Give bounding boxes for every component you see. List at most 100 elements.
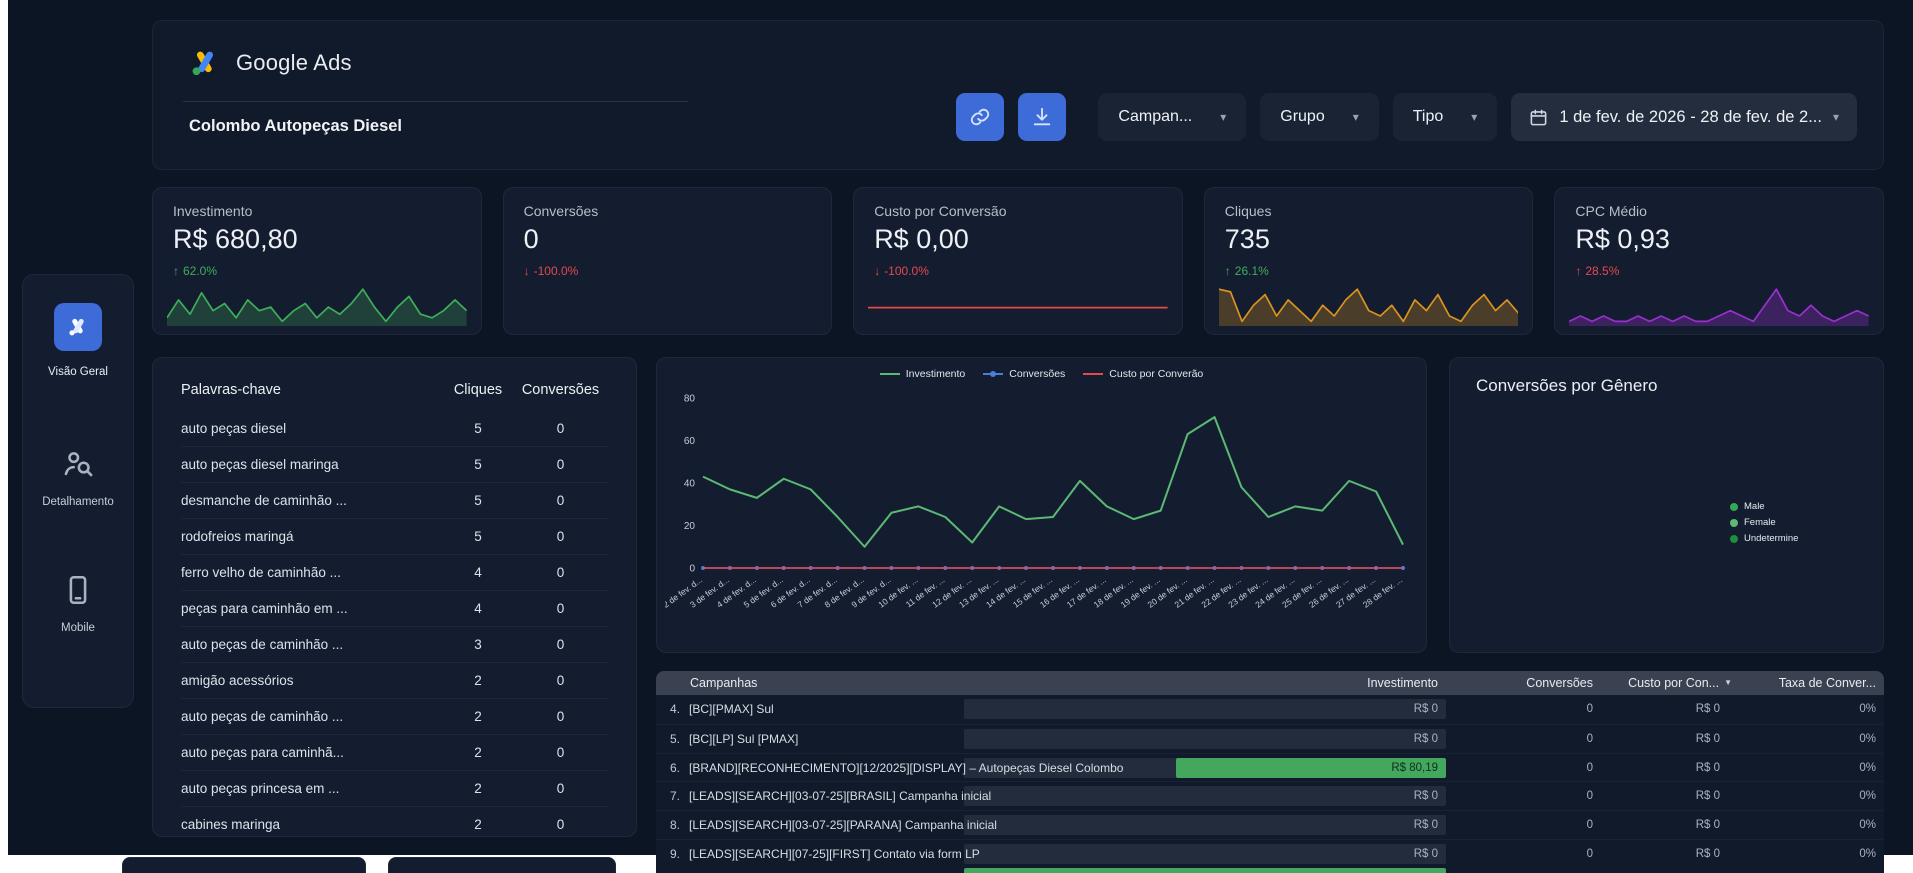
- campaigns-header-taxa[interactable]: Taxa de Conver...: [1779, 671, 1876, 695]
- keyword-row[interactable]: auto peças princesa em ...20: [181, 770, 608, 806]
- campaigns-header-conversoes[interactable]: Conversões: [1526, 671, 1593, 695]
- gender-legend-label: Male: [1744, 501, 1765, 512]
- keyword-row[interactable]: auto peças de caminhão ...30: [181, 626, 608, 662]
- date-range-picker[interactable]: 1 de fev. de 2026 - 28 de fev. de 2... ▾: [1511, 93, 1857, 141]
- keyword-text: auto peças de caminhão ...: [181, 637, 443, 652]
- kpi-label: CPC Médio: [1575, 203, 1647, 219]
- keyword-row[interactable]: cabines maringa20: [181, 806, 608, 836]
- campaign-row[interactable]: 7.[LEADS][SEARCH][03-07-25][BRASIL] Camp…: [656, 781, 1884, 810]
- keyword-row[interactable]: ferro velho de caminhão ...40: [181, 554, 608, 590]
- kpi-card-4[interactable]: CPC Médio R$ 0,93 ↑28.5%: [1554, 187, 1884, 335]
- divider: [183, 101, 688, 102]
- group-filter-dropdown[interactable]: Grupo ▾: [1260, 93, 1379, 141]
- type-filter-dropdown[interactable]: Tipo ▾: [1393, 93, 1498, 141]
- campaign-name: 9.[LEADS][SEARCH][07-25][FIRST] Contato …: [670, 840, 980, 869]
- keyword-row[interactable]: amigão acessórios20: [181, 662, 608, 698]
- campaign-conversions: 0: [1587, 811, 1593, 840]
- keyword-conversions: 0: [513, 457, 608, 472]
- campaign-row[interactable]: 9.[LEADS][SEARCH][07-25][FIRST] Contato …: [656, 839, 1884, 868]
- legend-item: Conversões: [983, 368, 1065, 380]
- campaign-row[interactable]: 6.[BRAND][RECONHECIMENTO][12/2025][DISPL…: [656, 753, 1884, 782]
- legend-dot-icon: [1730, 535, 1738, 543]
- overview-icon: [65, 315, 91, 339]
- sidebar: Visão Geral Detalhamento Mobile: [22, 274, 134, 708]
- kpi-value: R$ 0,93: [1575, 224, 1670, 255]
- sidebar-item-label: Detalhamento: [42, 496, 114, 508]
- download-button[interactable]: [1018, 93, 1066, 141]
- timeseries-chart: 0204060802 de fev. d...3 de fev. d...4 d…: [665, 386, 1420, 648]
- keyword-text: cabines maringa: [181, 817, 443, 832]
- sidebar-item-label: Mobile: [61, 622, 95, 634]
- keyword-conversions: 0: [513, 745, 608, 760]
- keyword-row[interactable]: auto peças diesel50: [181, 410, 608, 446]
- legend-swatch-icon: [880, 373, 900, 375]
- campaign-conversion-rate: 0%: [1859, 725, 1876, 754]
- keyword-row[interactable]: rodofreios maringá50: [181, 518, 608, 554]
- campaign-row[interactable]: 8.[LEADS][SEARCH][03-07-25][PARANA] Camp…: [656, 810, 1884, 839]
- keyword-clicks: 2: [443, 673, 513, 688]
- keyword-text: rodofreios maringá: [181, 529, 443, 544]
- kpi-delta: ↓-100.0%: [874, 264, 929, 278]
- keyword-clicks: 5: [443, 493, 513, 508]
- kpi-delta: ↑28.5%: [1575, 264, 1619, 278]
- sidebar-item-detalhamento[interactable]: Detalhamento: [23, 447, 133, 508]
- keyword-clicks: 5: [443, 421, 513, 436]
- campaign-investimento: R$ 0: [1414, 790, 1438, 802]
- chevron-down-icon: ▾: [1220, 110, 1226, 124]
- reset-link-button[interactable]: [956, 93, 1004, 141]
- keyword-row[interactable]: desmanche de caminhão ...50: [181, 482, 608, 518]
- kpi-sparkline: [167, 280, 467, 326]
- gender-legend-item: Male: [1730, 501, 1798, 512]
- keyword-text: auto peças diesel maringa: [181, 457, 443, 472]
- kpi-card-3[interactable]: Cliques735↑26.1%: [1204, 187, 1534, 335]
- keyword-row[interactable]: peças para caminhão em ...40: [181, 590, 608, 626]
- keyword-row[interactable]: auto peças diesel maringa50: [181, 446, 608, 482]
- legend-swatch-icon: [983, 373, 1003, 375]
- sidebar-item-visao-geral[interactable]: Visão Geral: [23, 303, 133, 378]
- investimento-bar: R$ 0: [964, 729, 1446, 749]
- keyword-row[interactable]: auto peças de caminhão ...20: [181, 698, 608, 734]
- sidebar-item-mobile[interactable]: Mobile: [23, 573, 133, 634]
- campaign-row[interactable]: 5.[BC][LP] Sul [PMAX]R$ 00R$ 00%: [656, 724, 1884, 753]
- keyword-row[interactable]: auto peças para caminhã...20: [181, 734, 608, 770]
- keyword-conversions: 0: [513, 421, 608, 436]
- investimento-bar: R$ 0: [964, 699, 1446, 719]
- campaigns-header-investimento[interactable]: Investimento: [1367, 671, 1438, 695]
- campaigns-header-name[interactable]: Campanhas: [690, 671, 757, 695]
- keywords-header-clicks[interactable]: Cliques: [443, 382, 513, 398]
- campaign-cost-per-conversion: R$ 0: [1696, 782, 1720, 811]
- campaigns-header-custo[interactable]: Custo por Con... ▼: [1628, 671, 1732, 695]
- campaign-cost-per-conversion: R$ 0: [1696, 695, 1720, 724]
- kpi-card-2[interactable]: Custo por ConversãoR$ 0,00↓-100.0%: [853, 187, 1183, 335]
- campaign-row-number: 5.: [670, 732, 680, 746]
- campaign-conversions: 0: [1587, 782, 1593, 811]
- keywords-table-body: auto peças diesel50auto peças diesel mar…: [181, 410, 608, 836]
- kpi-value: R$ 0,00: [874, 224, 969, 255]
- kpi-card-0[interactable]: InvestimentoR$ 680,80↑62.0%: [152, 187, 482, 335]
- campaign-row-number: 9.: [670, 847, 680, 861]
- keywords-header-conversions[interactable]: Conversões: [513, 382, 608, 398]
- keyword-conversions: 0: [513, 817, 608, 832]
- keywords-card: Palavras-chave Cliques Conversões auto p…: [152, 357, 637, 837]
- keyword-text: auto peças de caminhão ...: [181, 709, 443, 724]
- keyword-conversions: 0: [513, 529, 608, 544]
- keywords-header-name[interactable]: Palavras-chave: [181, 382, 443, 398]
- legend-dot-icon: [1730, 519, 1738, 527]
- legend-swatch-icon: [1083, 373, 1103, 375]
- campaigns-header-custo-label: Custo por Con...: [1628, 671, 1719, 695]
- campaign-row[interactable]: 4.[BC][PMAX] SulR$ 00R$ 00%: [656, 695, 1884, 724]
- kpi-card-1[interactable]: Conversões0↓-100.0%: [503, 187, 833, 335]
- timeseries-card: InvestimentoConversõesCusto por Converão…: [656, 357, 1427, 653]
- kpi-delta-value: 62.0%: [183, 264, 217, 278]
- overview-tile: [54, 303, 102, 351]
- legend-item: Investimento: [880, 368, 966, 380]
- arrow-up-icon: ↑: [1575, 264, 1581, 278]
- arrow-up-icon: ↑: [173, 264, 179, 278]
- svg-text:80: 80: [684, 394, 696, 405]
- group-filter-label: Grupo: [1280, 108, 1324, 126]
- campaign-name: 4.[BC][PMAX] Sul: [670, 695, 774, 724]
- campaign-name: 5.[BC][LP] Sul [PMAX]: [670, 725, 798, 754]
- campaign-row-number: 6.: [670, 761, 680, 775]
- sort-caret-icon: ▼: [1724, 671, 1732, 695]
- campaign-filter-dropdown[interactable]: Campan... ▾: [1098, 93, 1246, 141]
